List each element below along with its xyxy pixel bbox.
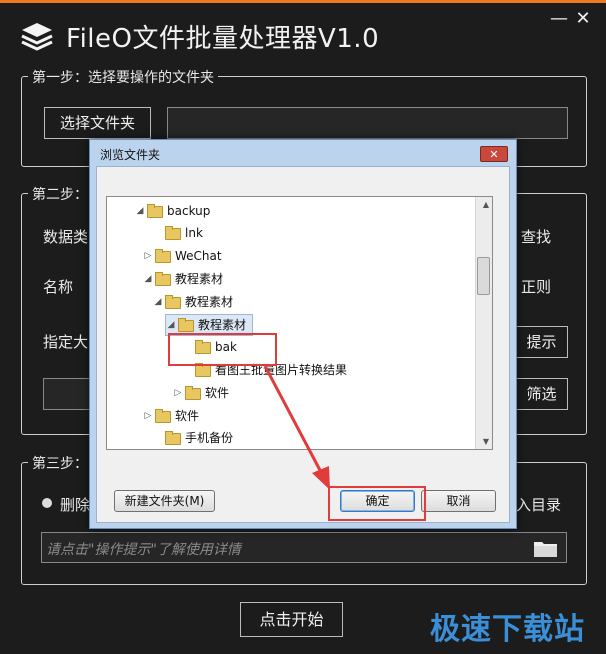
close-button[interactable]: ✕ <box>572 8 594 30</box>
data-type-label: 数据类 <box>43 228 89 246</box>
expander-icon[interactable]: ▷ <box>143 246 153 266</box>
tree-node[interactable]: ▷ 软件 <box>143 406 199 426</box>
tree-node[interactable]: ▷ WeChat <box>143 246 222 266</box>
minimize-button[interactable]: — <box>548 8 570 30</box>
delete-label: 删除 <box>60 496 91 514</box>
highlight-selected-folder <box>168 333 277 366</box>
folder-icon <box>165 295 181 309</box>
scroll-up-icon[interactable]: ▲ <box>483 200 489 209</box>
open-folder-icon[interactable] <box>532 537 560 559</box>
tree-node[interactable]: ▷ 软件 <box>173 383 229 403</box>
choose-folder-button[interactable]: 选择文件夹 <box>44 107 151 139</box>
folder-icon <box>147 204 163 218</box>
new-folder-button[interactable]: 新建文件夹(M) <box>114 490 215 512</box>
scroll-thumb[interactable] <box>477 257 490 295</box>
tree-node[interactable]: lnk <box>153 223 203 243</box>
expander-icon[interactable]: ◢ <box>135 201 145 221</box>
folder-icon <box>178 318 194 332</box>
tree-node[interactable]: 手机备份 <box>153 428 233 448</box>
hint-placeholder: 请点击"操作提示"了解使用详情 <box>46 542 241 558</box>
folder-icon <box>155 249 171 263</box>
expander-icon[interactable]: ◢ <box>143 269 153 289</box>
folder-icon <box>165 431 181 445</box>
folder-icon <box>165 226 181 240</box>
expander-icon[interactable]: ◢ <box>166 315 176 335</box>
folder-icon <box>155 409 171 423</box>
tree-node[interactable]: ◢ 教程素材 <box>153 292 233 312</box>
browse-folder-dialog: 浏览文件夹 ✕ ◢ backup lnk ▷ WeChat ◢ 教程素材 ◢ 教程素材 … <box>89 139 517 529</box>
scroll-down-icon[interactable]: ▼ <box>483 437 489 446</box>
step3-legend: 第三步： <box>28 453 92 473</box>
size-label: 指定大 <box>43 333 89 351</box>
watermark: 极速下载站 <box>430 612 585 647</box>
expander-icon[interactable]: ▷ <box>143 406 153 426</box>
filter-button[interactable]: 筛选 <box>515 378 568 410</box>
start-button[interactable]: 点击开始 <box>240 602 343 637</box>
filter-input[interactable] <box>43 378 93 410</box>
accent-bar <box>0 0 606 3</box>
search-label: 查找 <box>521 228 552 246</box>
step1-legend: 第一步：选择要操作的文件夹 <box>28 67 218 87</box>
hint-input[interactable]: 请点击"操作提示"了解使用详情 <box>41 532 567 563</box>
folder-icon <box>155 272 171 286</box>
tree-node[interactable]: ◢ backup <box>135 201 210 221</box>
folder-icon <box>185 386 201 400</box>
folder-tree[interactable]: ◢ backup lnk ▷ WeChat ◢ 教程素材 ◢ 教程素材 ◢ 教程素材 ba… <box>106 196 493 450</box>
step2-legend: 第二步： <box>28 184 92 204</box>
expander-icon[interactable]: ◢ <box>153 292 163 312</box>
dialog-close-button[interactable]: ✕ <box>480 146 508 162</box>
delete-radio[interactable] <box>42 498 52 508</box>
expander-icon[interactable]: ▷ <box>173 383 183 403</box>
stack-layers-icon <box>21 23 53 51</box>
hint-button[interactable]: 提示 <box>515 326 568 358</box>
cancel-button[interactable]: 取消 <box>421 490 496 512</box>
tree-scrollbar[interactable]: ▲ ▼ <box>475 197 492 449</box>
tree-node[interactable]: ◢ 教程素材 <box>143 269 223 289</box>
highlight-ok-button <box>328 486 426 521</box>
regex-label: 正则 <box>521 278 552 296</box>
dialog-title: 浏览文件夹 <box>100 148 161 162</box>
folder-path-input[interactable] <box>167 107 568 139</box>
target-dir-label: 入目录 <box>516 496 562 514</box>
name-label: 名称 <box>43 278 74 296</box>
app-title: FileO文件批量处理器V1.0 <box>66 24 380 54</box>
